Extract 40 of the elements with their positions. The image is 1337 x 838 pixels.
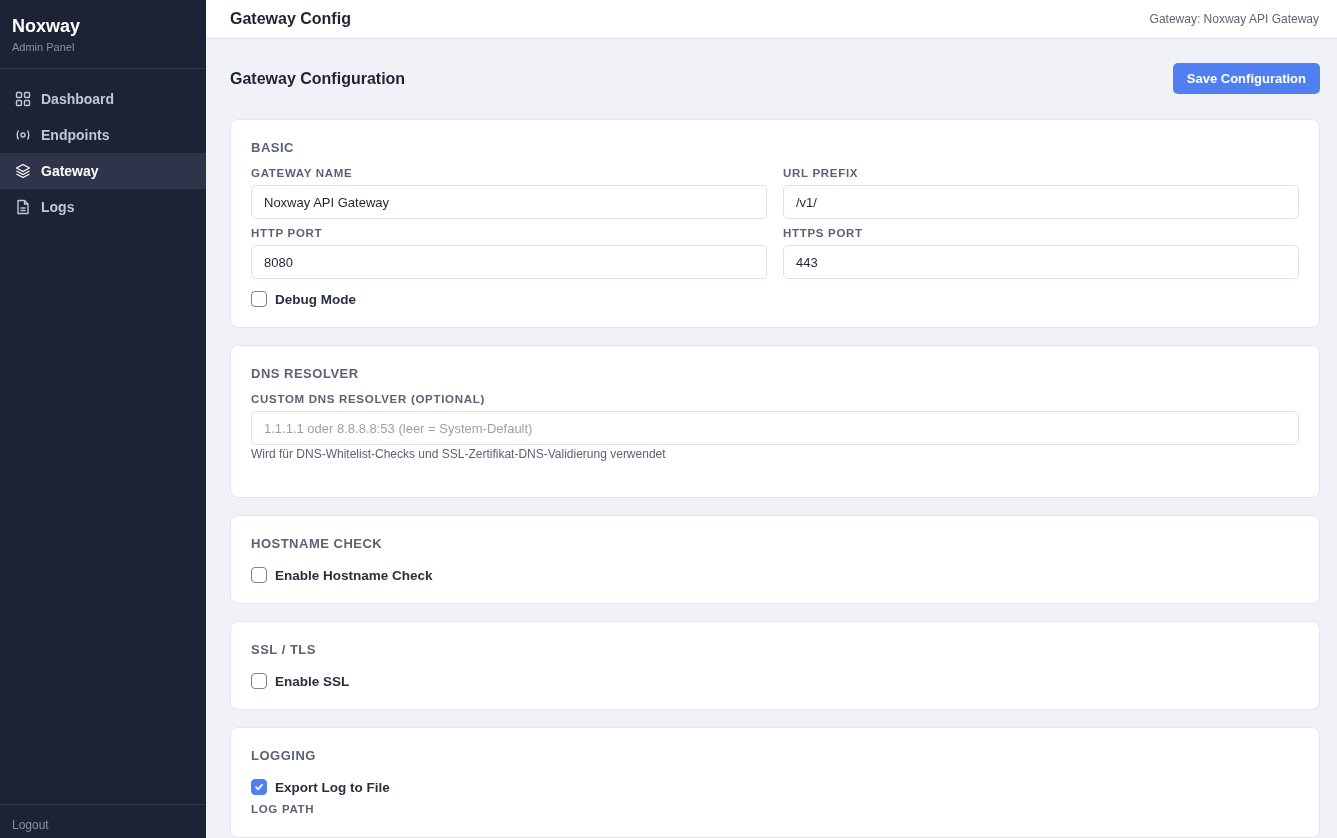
input-field[interactable]: 8080 (251, 245, 767, 279)
save-button[interactable]: Save Configuration (1172, 63, 1320, 94)
nav-item[interactable]: Logs (0, 189, 206, 225)
checkbox-label: Enable SSL (275, 673, 350, 689)
field-label: LOG PATH (251, 803, 316, 815)
layers-icon (15, 163, 31, 179)
field-label: HTTP PORT (251, 227, 324, 239)
checkbox[interactable] (251, 779, 267, 795)
checkbox-label: Export Log to File (275, 779, 390, 795)
field-label: URL PREFIX (783, 167, 860, 179)
input-field[interactable]: Noxway API Gateway (251, 185, 767, 219)
brand-subtitle: Admin Panel (12, 41, 76, 53)
document-icon (15, 199, 31, 215)
section-title: HOSTNAME CHECK (251, 536, 384, 551)
page-title: Gateway Configuration (230, 69, 406, 88)
nav-item[interactable]: Endpoints (0, 117, 206, 153)
field-label: CUSTOM DNS RESOLVER (OPTIONAL) (251, 393, 486, 405)
section-title: LOGGING (251, 748, 317, 763)
nav-item[interactable]: Gateway (0, 153, 206, 189)
checkbox-label: Debug Mode (275, 291, 356, 307)
checkbox[interactable] (251, 567, 267, 583)
header-title: Gateway Config (230, 10, 351, 28)
check-icon (254, 782, 264, 792)
field-label: HTTPS PORT (783, 227, 864, 239)
nav-item[interactable]: Dashboard (0, 81, 206, 117)
section-title: DNS RESOLVER (251, 366, 360, 381)
checkbox-label: Enable Hostname Check (275, 567, 433, 583)
section-title: BASIC (251, 140, 295, 155)
help-text: Wird für DNS-Whitelist-Checks und SSL-Zertifikat-DNS-Validierung verwendet (251, 447, 667, 461)
brand-name: Noxway (12, 16, 82, 37)
checkbox[interactable] (251, 673, 267, 689)
grid-icon (15, 91, 31, 107)
logout-link[interactable]: Logout (0, 804, 206, 838)
input-field[interactable]: 1.1.1.1 oder 8.8.8.8:53 (leer = System-Default) (251, 411, 1299, 445)
gateway-label: Gateway: Noxway API Gateway (1149, 12, 1319, 26)
checkbox[interactable] (251, 291, 267, 307)
input-field[interactable]: /v1/ (783, 185, 1299, 219)
input-field[interactable]: 443 (783, 245, 1299, 279)
section-title: SSL / TLS (251, 642, 317, 657)
field-label: GATEWAY NAME (251, 167, 354, 179)
